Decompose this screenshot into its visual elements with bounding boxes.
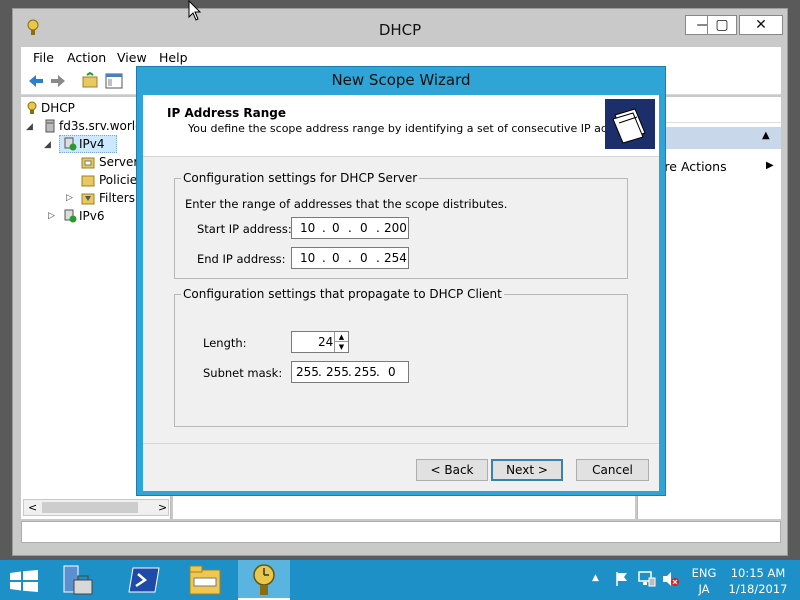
new-scope-wizard-dialog: New Scope Wizard IP Address Range You de… bbox=[136, 66, 666, 496]
client-group-title: Configuration settings that propagate to… bbox=[181, 287, 504, 301]
scroll-left-icon[interactable]: < bbox=[28, 501, 37, 514]
tree-item-ipv4[interactable]: IPv4 bbox=[79, 137, 105, 151]
end-ip-input[interactable]: 10. 0. 0. 254 bbox=[291, 247, 409, 269]
menu-view[interactable]: View bbox=[117, 50, 147, 65]
volume-muted-icon[interactable] bbox=[662, 571, 680, 587]
spin-up-icon[interactable]: ▲ bbox=[334, 332, 348, 342]
clock-time[interactable]: 10:15 AM bbox=[726, 566, 790, 580]
start-ip-label: Start IP address: bbox=[197, 222, 292, 236]
menu-bar: File Action View Help bbox=[21, 47, 781, 67]
input-language-top[interactable]: ENG bbox=[690, 566, 718, 580]
powershell-icon[interactable] bbox=[128, 566, 160, 594]
dhcp-server-settings-group: Configuration settings for DHCP Server E… bbox=[174, 171, 628, 279]
page-description: You define the scope address range by id… bbox=[188, 122, 654, 135]
action-center-flag-icon[interactable] bbox=[614, 571, 630, 587]
scroll-right-icon[interactable]: > bbox=[158, 501, 167, 514]
expand-arrow-icon[interactable]: ▷ bbox=[66, 193, 73, 203]
clock-date[interactable]: 1/18/2017 bbox=[726, 582, 790, 596]
cancel-button[interactable]: Cancel bbox=[576, 459, 649, 481]
tree-item-ipv6[interactable]: IPv6 bbox=[79, 209, 105, 223]
tree-item-filters[interactable]: Filters bbox=[99, 191, 135, 205]
server-options-icon bbox=[81, 157, 95, 169]
title-bar[interactable]: DHCP — ▢ ✕ bbox=[13, 9, 787, 47]
button-divider bbox=[143, 443, 659, 444]
server-manager-icon[interactable] bbox=[60, 564, 96, 598]
wizard-folder-icon bbox=[605, 99, 655, 149]
end-ip-label: End IP address: bbox=[197, 252, 286, 266]
start-windows-icon[interactable] bbox=[10, 570, 38, 592]
length-spinner[interactable]: 24 ▲ ▼ bbox=[291, 331, 349, 353]
wizard-body: IP Address Range You define the scope ad… bbox=[143, 95, 659, 491]
subnet-mask-label: Subnet mask: bbox=[203, 366, 283, 380]
back-arrow-icon[interactable] bbox=[27, 72, 45, 90]
status-bar bbox=[21, 521, 781, 543]
tree-item-policies[interactable]: Policie bbox=[99, 173, 137, 187]
scrollbar-thumb[interactable] bbox=[42, 502, 138, 513]
start-ip-input[interactable]: 10. 0. 0. 200 bbox=[291, 217, 409, 239]
maximize-button[interactable]: ▢ bbox=[707, 15, 737, 35]
network-icon[interactable] bbox=[638, 571, 656, 587]
subnet-mask-input[interactable]: 255. 255. 255. 0 bbox=[291, 361, 409, 383]
input-language-bottom[interactable]: JA bbox=[690, 582, 718, 596]
range-instruction: Enter the range of addresses that the sc… bbox=[185, 197, 508, 211]
dhcp-root-icon bbox=[27, 101, 37, 114]
page-title: IP Address Range bbox=[167, 106, 287, 120]
show-hide-console-icon[interactable] bbox=[105, 72, 123, 90]
menu-action[interactable]: Action bbox=[67, 50, 106, 65]
collapse-arrow-icon[interactable]: ◢ bbox=[44, 140, 51, 150]
ipv6-scope-icon bbox=[64, 209, 77, 223]
length-label: Length: bbox=[203, 336, 247, 350]
wizard-header: IP Address Range You define the scope ad… bbox=[143, 95, 659, 157]
back-button[interactable]: < Back bbox=[416, 459, 488, 481]
filters-icon bbox=[81, 193, 95, 205]
mouse-cursor-icon bbox=[188, 0, 202, 21]
collapse-up-icon[interactable]: ▲ bbox=[762, 130, 770, 141]
dhcp-taskbar-icon bbox=[253, 564, 275, 595]
submenu-arrow-icon[interactable]: ▶ bbox=[766, 160, 774, 171]
menu-file[interactable]: File bbox=[33, 50, 54, 65]
close-button[interactable]: ✕ bbox=[739, 15, 783, 35]
collapse-arrow-icon[interactable]: ◢ bbox=[26, 122, 33, 132]
next-button[interactable]: Next > bbox=[491, 459, 563, 481]
spin-down-icon[interactable]: ▼ bbox=[334, 342, 348, 352]
tree-horizontal-scrollbar[interactable]: < > bbox=[23, 499, 169, 516]
window-title: DHCP bbox=[378, 21, 422, 39]
server-icon bbox=[45, 119, 55, 133]
up-folder-icon[interactable] bbox=[81, 72, 99, 90]
taskbar: ▲ ENG JA 10:15 AM 1/18/2017 bbox=[0, 560, 800, 600]
menu-help[interactable]: Help bbox=[159, 50, 188, 65]
show-hidden-icons-icon[interactable]: ▲ bbox=[592, 573, 599, 583]
tree-item-server[interactable]: fd3s.srv.world bbox=[59, 119, 143, 133]
taskbar-dhcp-active[interactable] bbox=[238, 560, 290, 600]
server-group-title: Configuration settings for DHCP Server bbox=[181, 171, 420, 185]
wizard-title: New Scope Wizard bbox=[331, 71, 471, 89]
policies-icon bbox=[81, 175, 95, 187]
ipv4-scope-icon bbox=[64, 137, 77, 151]
forward-arrow-icon[interactable] bbox=[49, 72, 67, 90]
file-explorer-icon[interactable] bbox=[188, 564, 222, 596]
expand-arrow-icon[interactable]: ▷ bbox=[48, 211, 55, 221]
tree-item-server-options[interactable]: Server bbox=[99, 155, 138, 169]
dhcp-client-settings-group: Configuration settings that propagate to… bbox=[174, 287, 628, 427]
tree-root-dhcp[interactable]: DHCP bbox=[41, 101, 75, 115]
